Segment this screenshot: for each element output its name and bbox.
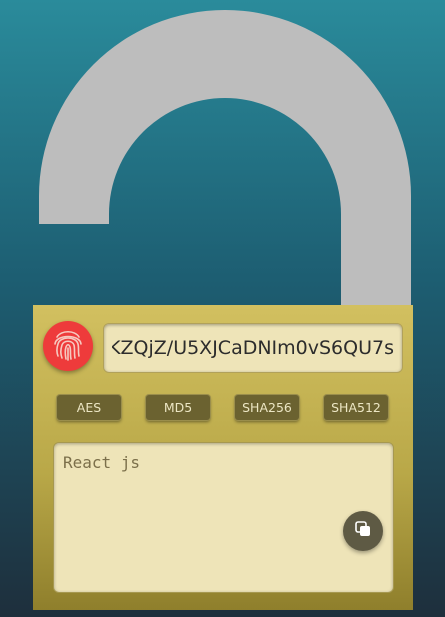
- fingerprint-icon: [52, 327, 84, 365]
- aes-button[interactable]: AES: [57, 395, 121, 420]
- lock-body: AES MD5 SHA256 SHA512 React js: [33, 305, 413, 610]
- copy-icon: [354, 520, 372, 542]
- sha256-button[interactable]: SHA256: [235, 395, 299, 420]
- text-input[interactable]: React js: [53, 442, 394, 593]
- copy-button[interactable]: [343, 511, 383, 551]
- md5-button[interactable]: MD5: [146, 395, 210, 420]
- lock-shackle: [39, 10, 411, 306]
- fingerprint-button[interactable]: [43, 321, 93, 371]
- sha512-button[interactable]: SHA512: [324, 395, 388, 420]
- hash-output-field[interactable]: [103, 323, 403, 373]
